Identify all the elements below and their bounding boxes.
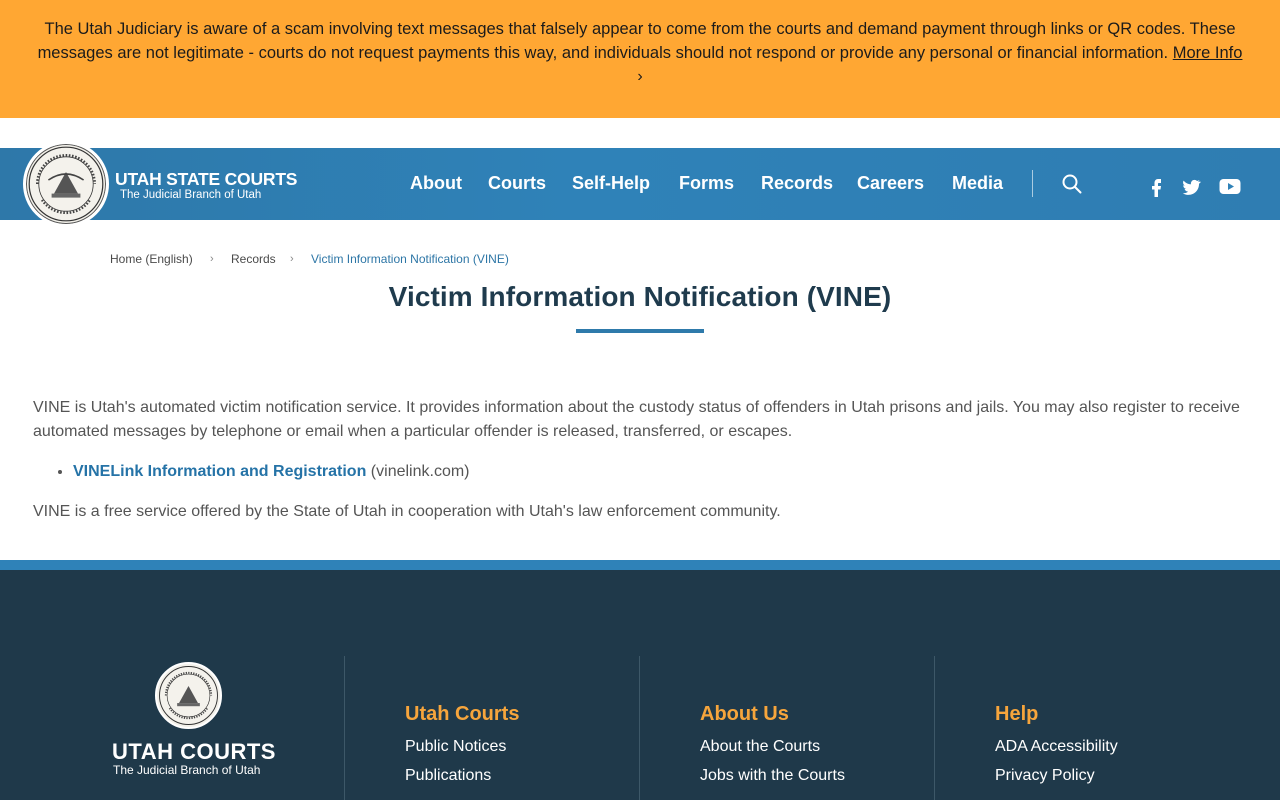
footer-link-public-notices[interactable]: Public Notices (405, 738, 506, 756)
footer-link-jobs[interactable]: Jobs with the Courts (700, 767, 845, 785)
scam-alert-banner: The Utah Judiciary is aware of a scam in… (0, 0, 1280, 118)
footer-divider (344, 656, 345, 800)
vinelink-registration-link[interactable]: VINELink Information and Registration (73, 463, 366, 480)
breadcrumb-current: Victim Information Notification (VINE) (311, 252, 509, 266)
chevron-right-icon[interactable]: › (36, 65, 1244, 89)
nav-about[interactable]: About (410, 173, 462, 194)
nav-forms[interactable]: Forms (679, 173, 734, 194)
footer-link-publications[interactable]: Publications (405, 767, 491, 785)
search-icon[interactable] (1061, 173, 1083, 195)
nav-self-help[interactable]: Self-Help (572, 173, 650, 194)
footer-link-privacy-policy[interactable]: Privacy Policy (995, 767, 1095, 785)
nav-careers[interactable]: Careers (857, 173, 924, 194)
intro-paragraph: VINE is Utah's automated victim notifica… (33, 399, 1240, 440)
footer-brand-title[interactable]: UTAH COURTS (112, 739, 276, 765)
utah-seal-logo[interactable] (23, 141, 109, 227)
youtube-icon[interactable] (1219, 175, 1241, 197)
footer-accent-strip (0, 560, 1280, 570)
brand-subtitle: The Judicial Branch of Utah (120, 189, 262, 201)
breadcrumb-separator-icon: › (210, 253, 214, 265)
footer-heading-utah-courts: Utah Courts (405, 703, 520, 725)
site-footer: UTAH COURTS The Judicial Branch of Utah … (0, 570, 1280, 800)
footer-seal-logo[interactable] (155, 662, 222, 729)
main-content: VINE is Utah's automated victim notifica… (33, 396, 1248, 540)
site-header: UTAH STATE COURTS The Judicial Branch of… (0, 141, 1280, 227)
breadcrumb-separator-icon: › (290, 253, 294, 265)
nav-media[interactable]: Media (952, 173, 1003, 194)
link-list: VINELink Information and Registration (v… (73, 460, 1248, 484)
page-title: Victim Information Notification (VINE) (388, 281, 892, 312)
twitter-icon[interactable] (1181, 175, 1201, 197)
nav-courts[interactable]: Courts (488, 173, 546, 194)
nav-divider (1032, 170, 1033, 197)
breadcrumb: Home (English) › Records › Victim Inform… (0, 252, 1280, 268)
footer-divider (639, 656, 640, 800)
more-info-link[interactable]: More Info (1173, 44, 1243, 62)
nav-records[interactable]: Records (761, 173, 833, 194)
alert-message: The Utah Judiciary is aware of a scam in… (37, 20, 1236, 62)
title-underline (576, 329, 704, 333)
breadcrumb-home[interactable]: Home (English) (110, 252, 193, 266)
closing-paragraph: VINE is a free service offered by the St… (33, 503, 781, 520)
vinelink-note: (vinelink.com) (366, 463, 470, 480)
list-item: VINELink Information and Registration (v… (73, 460, 1248, 484)
brand-title[interactable]: UTAH STATE COURTS (115, 169, 297, 190)
facebook-icon[interactable] (1149, 175, 1163, 197)
footer-link-about-courts[interactable]: About the Courts (700, 738, 820, 756)
breadcrumb-records[interactable]: Records (231, 252, 276, 266)
footer-link-ada-accessibility[interactable]: ADA Accessibility (995, 738, 1118, 756)
footer-brand-subtitle: The Judicial Branch of Utah (113, 763, 261, 777)
footer-heading-help: Help (995, 703, 1039, 725)
footer-heading-about-us: About Us (700, 703, 789, 725)
footer-divider (934, 656, 935, 800)
